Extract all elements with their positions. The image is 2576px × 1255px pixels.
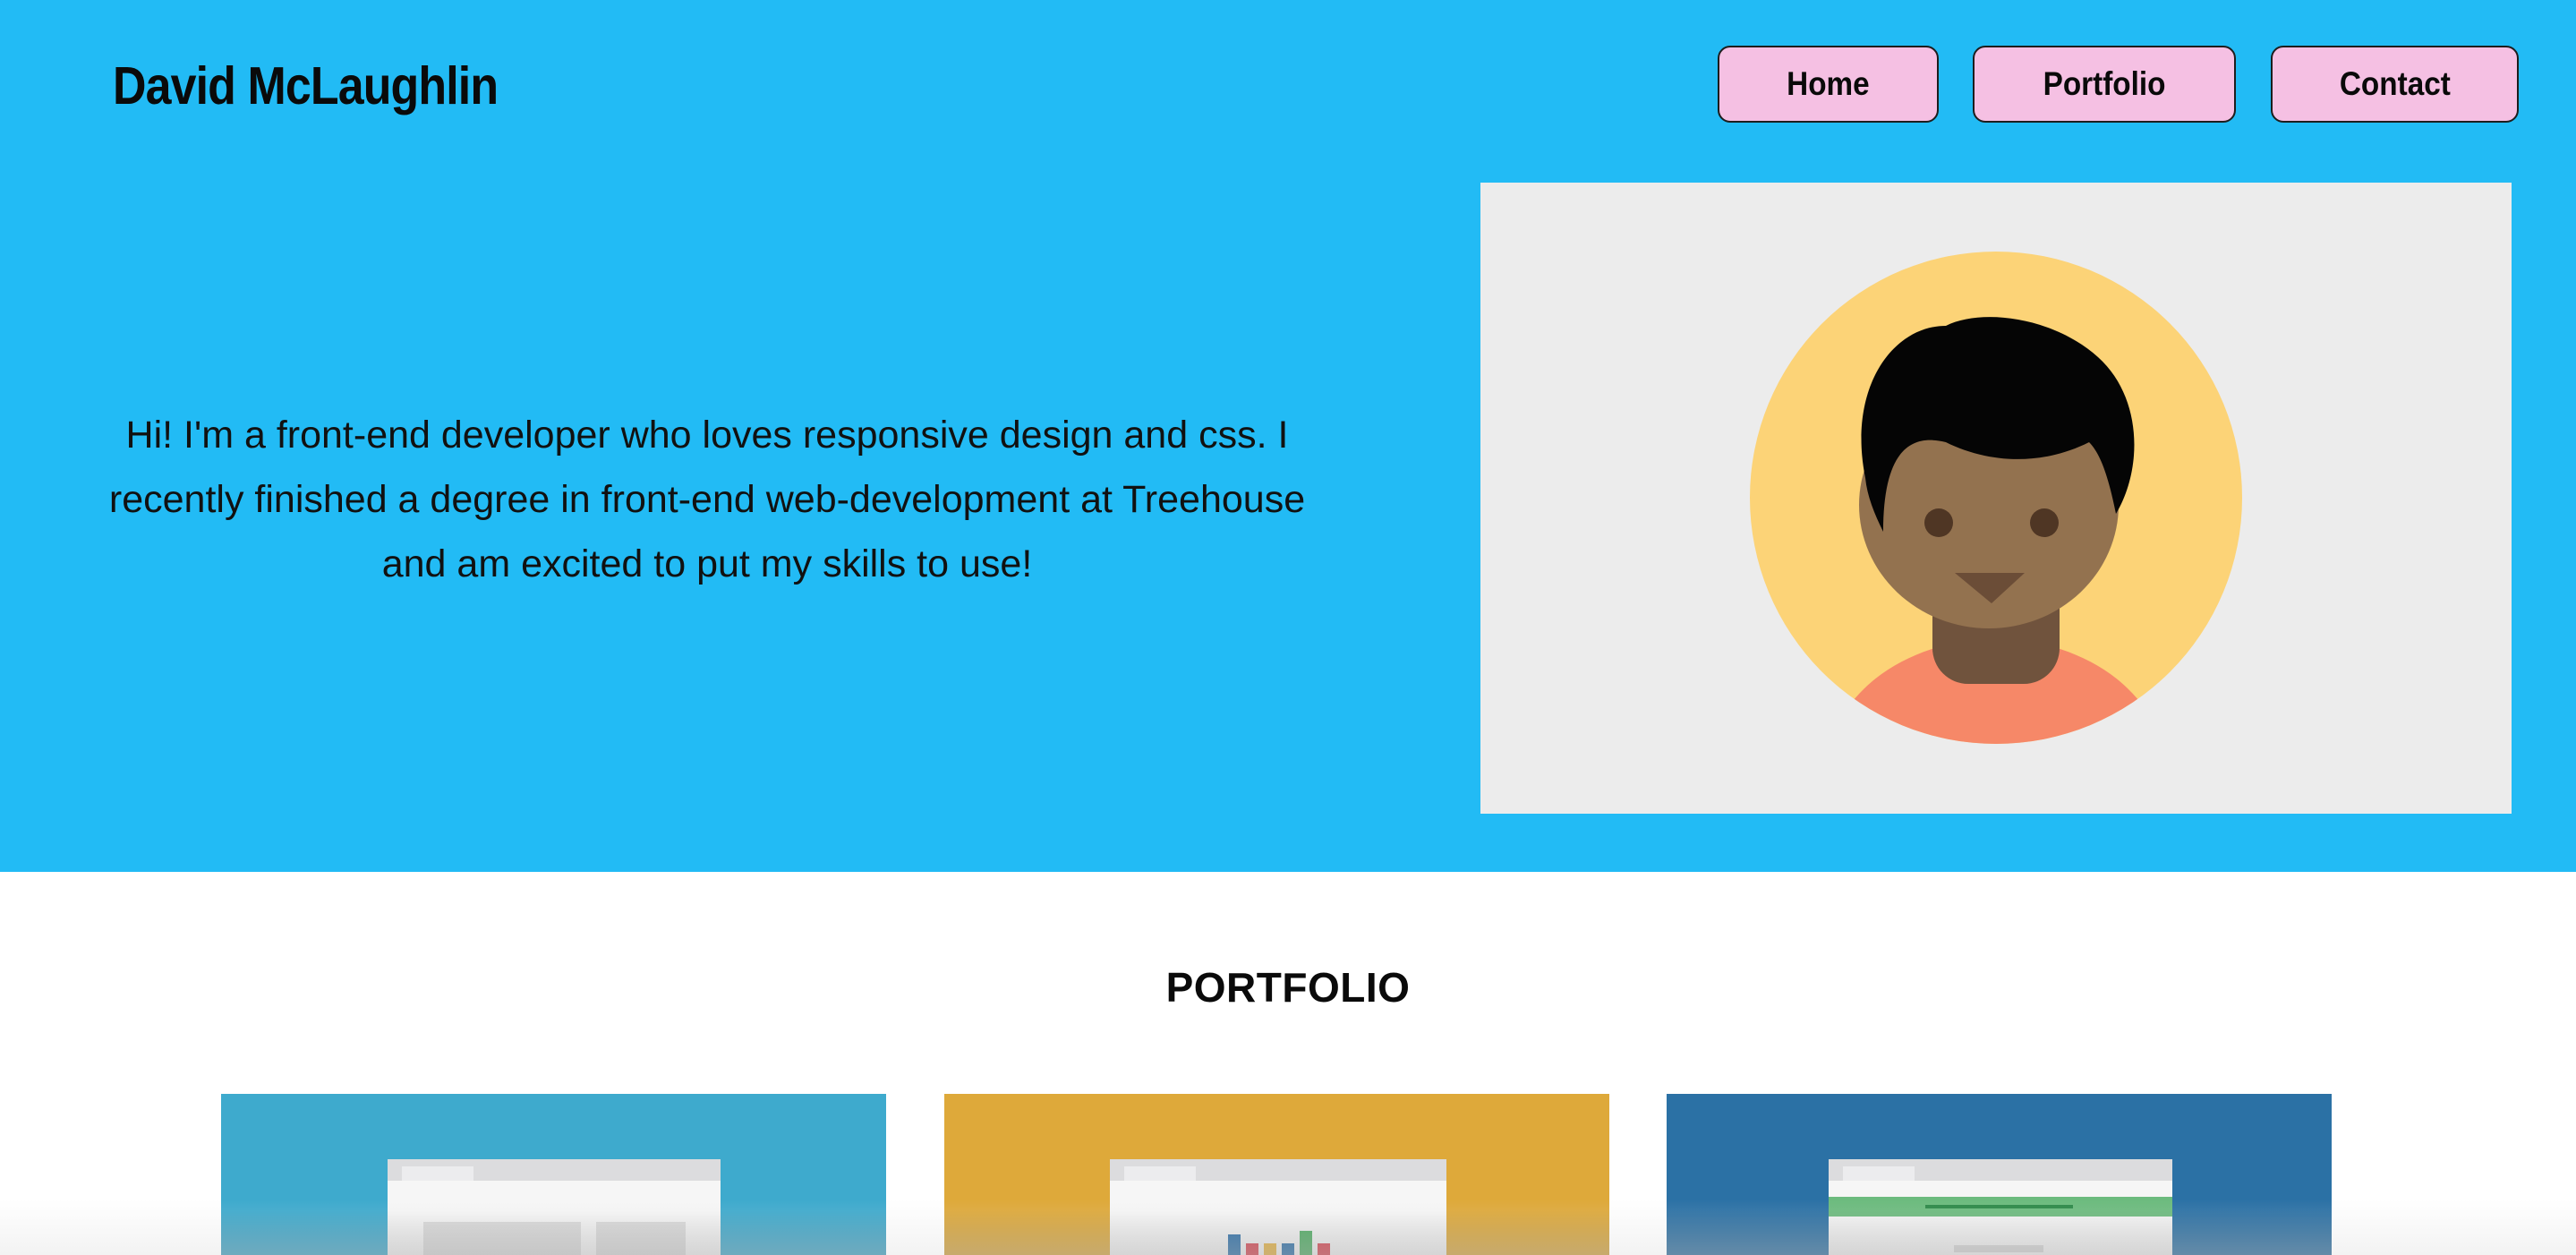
nav-home-button[interactable]: Home xyxy=(1718,46,1939,123)
portfolio-card-2[interactable] xyxy=(944,1094,1609,1255)
nav-contact-label: Contact xyxy=(2339,65,2451,102)
nav-home-label: Home xyxy=(1787,65,1870,102)
person-avatar-icon xyxy=(1750,252,2242,744)
intro-text: Hi! I'm a front-end developer who loves … xyxy=(108,414,1306,585)
portfolio-card-3[interactable] xyxy=(1667,1094,2332,1255)
avatar-card xyxy=(1480,183,2512,814)
portfolio-heading: PORTFOLIO xyxy=(1165,964,1411,1011)
portfolio-card-1[interactable] xyxy=(221,1094,886,1255)
nav-portfolio-label: Portfolio xyxy=(2043,65,2166,102)
nav-portfolio-button[interactable]: Portfolio xyxy=(1973,46,2236,123)
nav-contact-button[interactable]: Contact xyxy=(2271,46,2519,123)
site-brand[interactable]: David McLaughlin xyxy=(113,55,499,116)
hero-section: David McLaughlin Home Portfolio Contact … xyxy=(0,0,2576,872)
